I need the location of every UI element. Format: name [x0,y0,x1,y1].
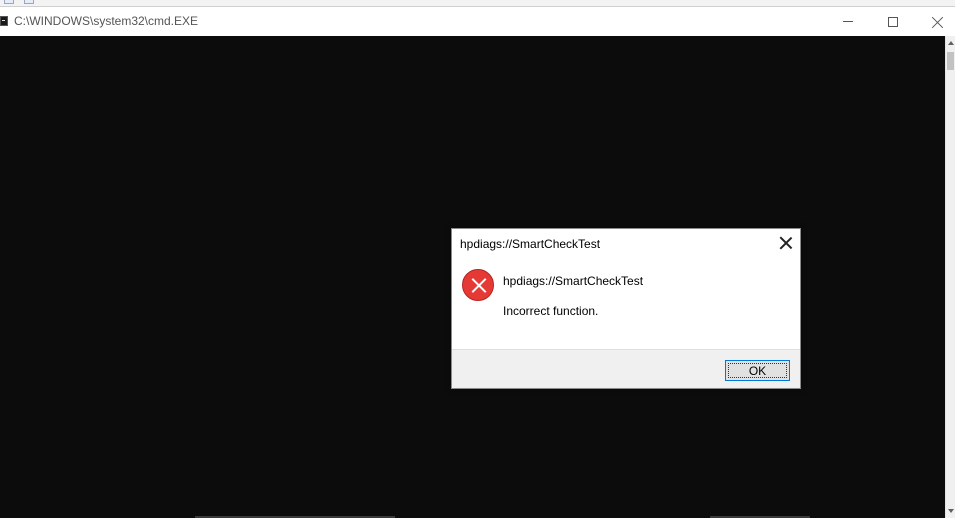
background-icon-fragment [4,0,14,4]
scroll-down-button[interactable] [946,504,955,518]
minimize-button[interactable] [825,7,871,36]
dialog-heading: hpdiags://SmartCheckTest [503,274,644,288]
scroll-thumb[interactable] [947,52,954,70]
close-window-button[interactable] [915,7,955,36]
console-text-fragment [710,514,810,518]
dialog-message: Incorrect function. [503,304,599,318]
dialog-title: hpdiags://SmartCheckTest [460,237,601,251]
dialog-close-button[interactable] [774,233,798,253]
maximize-button[interactable] [870,7,916,36]
background-icon-fragment [24,0,34,4]
window-title: C:\WINDOWS\system32\cmd.EXE [14,14,199,28]
console-text-fragment [195,514,395,518]
ok-button[interactable]: OK [725,360,790,381]
arrow-down-icon [948,509,954,513]
vertical-scrollbar[interactable] [945,36,955,518]
close-icon [932,16,944,28]
minimize-icon [843,21,853,22]
scroll-up-button[interactable] [946,36,955,50]
title-bar[interactable]: C:\WINDOWS\system32\cmd.EXE [0,7,955,36]
dialog-footer: OK [452,349,800,388]
error-dialog: hpdiags://SmartCheckTest hpdiags://Smart… [451,228,801,389]
error-icon [462,269,494,301]
close-icon [780,237,792,249]
cmd-app-icon[interactable] [0,16,8,26]
focus-rectangle [728,363,787,378]
arrow-up-icon [948,41,954,45]
maximize-icon [888,16,898,27]
